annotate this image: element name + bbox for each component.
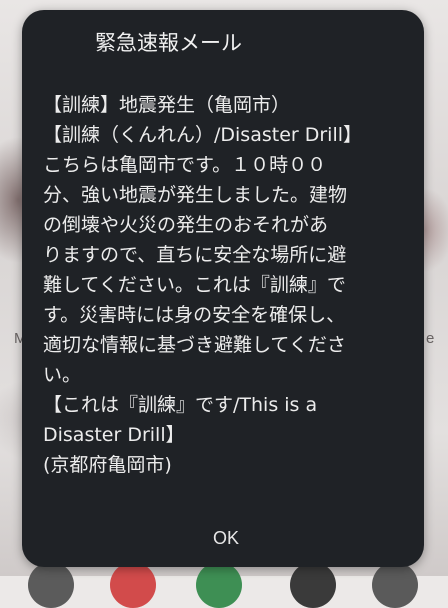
ok-button[interactable]: OK	[194, 523, 258, 553]
dock-app-icon	[196, 562, 242, 608]
background-app-label: e	[426, 330, 435, 347]
emergency-alert-dialog: 緊急速報メール 【訓練】地震発生（亀岡市） 【訓練（くんれん）/Disaster…	[22, 10, 424, 567]
dock-app-icon	[290, 562, 336, 608]
dialog-title: 緊急速報メール	[95, 31, 242, 55]
dock-app-icon	[28, 562, 74, 608]
alert-message: 【訓練】地震発生（亀岡市） 【訓練（くんれん）/Disaster Drill】 …	[43, 94, 363, 476]
dock-app-icon	[110, 562, 156, 608]
dock-app-icon	[372, 562, 418, 608]
